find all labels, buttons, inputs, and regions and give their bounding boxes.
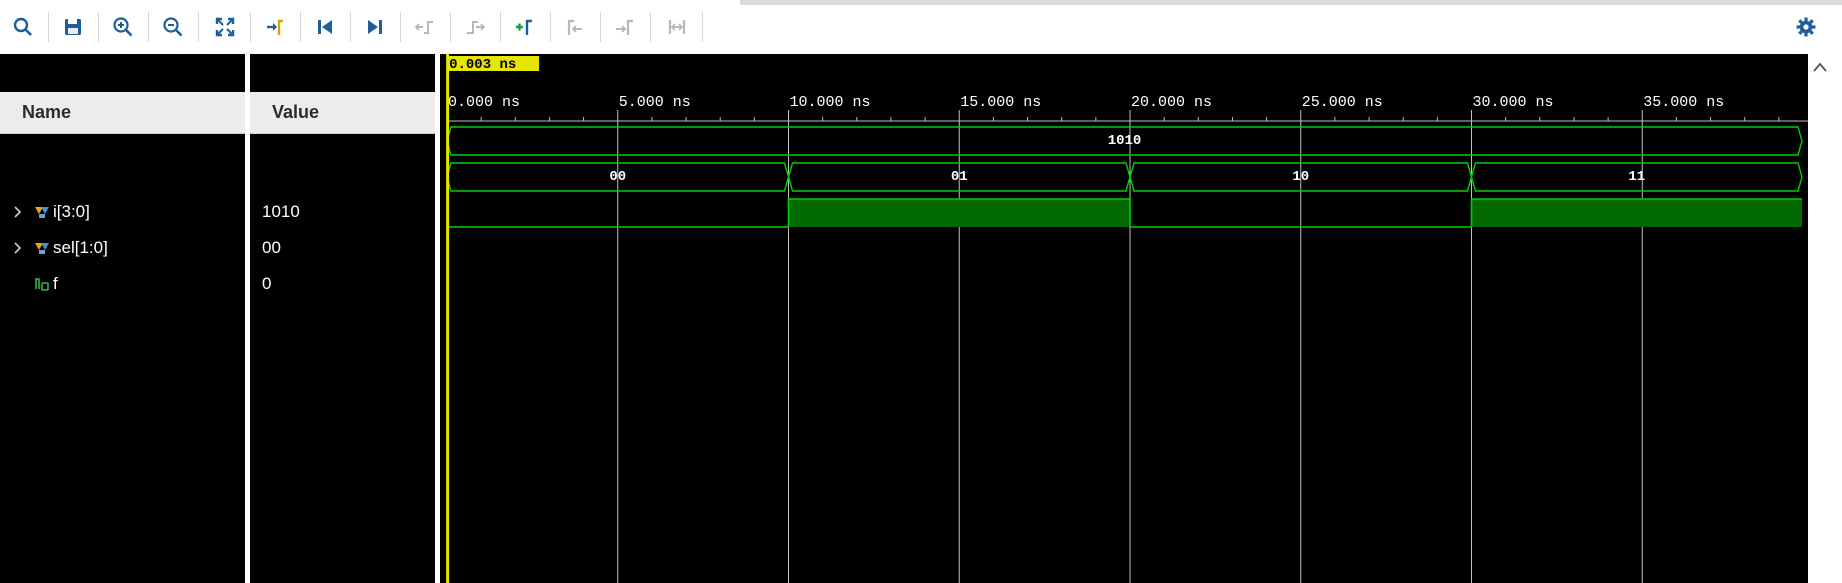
signal-row-f[interactable]: f	[0, 266, 58, 302]
toolbar-separator	[450, 12, 451, 42]
time-cursor[interactable]	[446, 54, 450, 583]
next-marker-icon	[616, 19, 633, 35]
waveform-toolbar	[0, 0, 1842, 55]
toolbar-separator	[500, 12, 501, 42]
signal-name: i[3:0]	[53, 202, 90, 221]
previous-marker-button[interactable]	[560, 12, 590, 42]
go-to-last-time-button[interactable]	[360, 12, 390, 42]
go-to-cursor-button[interactable]	[260, 12, 290, 42]
signal-value: 00	[262, 238, 281, 257]
cursor-time-label: 0.003 ns	[449, 57, 516, 73]
search-icon	[13, 17, 32, 36]
previous-transition-icon	[414, 21, 433, 34]
toolbar-separator	[300, 12, 301, 42]
zoom-fit-button[interactable]	[210, 12, 240, 42]
gear-icon	[1796, 17, 1816, 37]
previous-transition-button[interactable]	[410, 12, 440, 42]
toolbar-separator	[702, 12, 703, 42]
bit-signal-icon	[35, 278, 49, 291]
chevron-right-icon[interactable]	[12, 206, 24, 218]
signal-name: sel[1:0]	[53, 238, 108, 257]
f-high-fill	[788, 199, 1130, 227]
signal-value: 0	[262, 274, 272, 293]
zoom-out-button[interactable]	[158, 12, 188, 42]
sel-bus-value-label: 10	[1292, 169, 1309, 185]
go-to-time-0-button[interactable]	[310, 12, 340, 42]
sel-bus-value-label: 11	[1628, 169, 1645, 185]
toolbar-separator	[250, 12, 251, 42]
signal-name: f	[53, 274, 58, 293]
search-button[interactable]	[8, 12, 38, 42]
signal-row-i[interactable]: i[3:0]	[0, 194, 90, 230]
next-transition-icon	[467, 21, 486, 34]
go-to-last-time-icon	[368, 20, 382, 34]
signal-value: 1010	[262, 202, 300, 221]
toolbar-separator	[148, 12, 149, 42]
sel-bus-value-label: 00	[609, 169, 626, 185]
swap-cursors-button[interactable]	[662, 12, 692, 42]
sel-bus-value-label: 01	[951, 169, 968, 185]
zoom-in-button[interactable]	[108, 12, 138, 42]
chevron-up-icon	[1813, 62, 1827, 72]
i-bus-value-label: 1010	[1108, 133, 1142, 149]
save-button[interactable]	[58, 12, 88, 42]
toolbar-top-strip	[740, 0, 1842, 5]
go-to-cursor-icon	[267, 19, 283, 35]
zoom-fit-icon	[215, 17, 235, 37]
bus-signal-icon	[35, 243, 49, 254]
toolbar-separator	[350, 12, 351, 42]
time-tick-label: 10.000 ns	[790, 94, 871, 111]
previous-marker-icon	[567, 19, 582, 35]
go-to-time-0-icon	[318, 20, 332, 34]
scroll-up-button[interactable]	[1808, 56, 1832, 78]
value-column-header[interactable]: Value	[250, 92, 435, 134]
bus-signal-icon	[35, 207, 49, 218]
next-transition-button[interactable]	[460, 12, 490, 42]
toolbar-separator	[550, 12, 551, 42]
zoom-out-icon	[163, 17, 183, 37]
signal-row-sel[interactable]: sel[1:0]	[0, 230, 108, 266]
time-tick-label: 15.000 ns	[960, 94, 1041, 111]
time-tick-label: 30.000 ns	[1473, 94, 1554, 111]
vertical-scrollbar[interactable]	[1808, 54, 1842, 583]
save-icon	[65, 19, 81, 35]
time-tick-label: 5.000 ns	[619, 94, 691, 111]
time-tick-label: 20.000 ns	[1131, 94, 1212, 111]
time-tick-label: 25.000 ns	[1302, 94, 1383, 111]
toolbar-separator	[48, 12, 49, 42]
time-tick-label: 35.000 ns	[1643, 94, 1724, 111]
toolbar-separator	[600, 12, 601, 42]
swap-cursors-icon	[668, 20, 686, 34]
signal-name-panel: Name i[3:0] sel[1:0] f	[0, 54, 245, 583]
chevron-right-icon[interactable]	[12, 242, 24, 254]
signal-value-panel: Value 1010 00 0	[250, 54, 435, 583]
settings-button[interactable]	[1793, 14, 1819, 40]
add-marker-button[interactable]	[510, 12, 540, 42]
f-high-fill	[1471, 199, 1802, 227]
add-marker-icon	[516, 19, 532, 35]
waveform-panel[interactable]: 0.000 ns 5.000 ns 10.000 ns 15.000 ns 20.000…	[440, 54, 1808, 583]
time-tick-label: 0.000 ns	[448, 94, 520, 111]
toolbar-separator	[650, 12, 651, 42]
name-column-header[interactable]: Name	[0, 92, 245, 134]
toolbar-separator	[98, 12, 99, 42]
toolbar-separator	[198, 12, 199, 42]
next-marker-button[interactable]	[610, 12, 640, 42]
toolbar-separator	[400, 12, 401, 42]
waveform-canvas[interactable]: 0.000 ns 5.000 ns 10.000 ns 15.000 ns 20.000…	[440, 54, 1808, 583]
zoom-in-icon	[113, 17, 133, 37]
